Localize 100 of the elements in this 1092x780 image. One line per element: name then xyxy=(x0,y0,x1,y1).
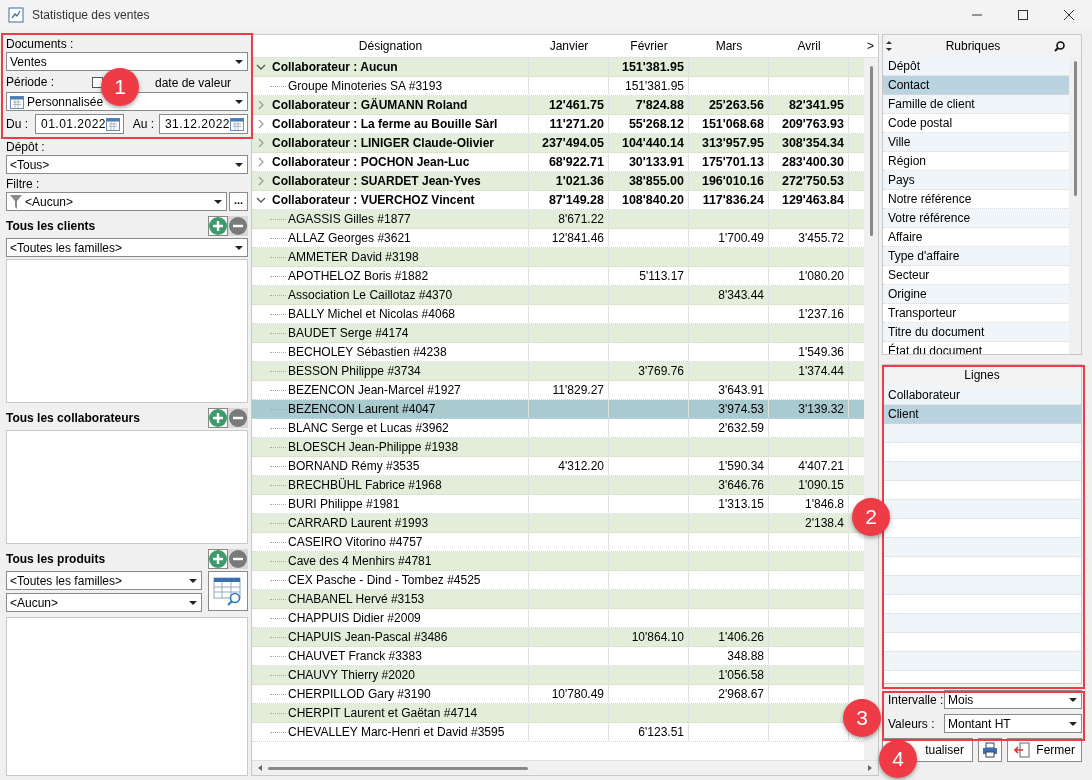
row-label: CHAPPUIS Didier #2009 xyxy=(288,611,421,625)
window-title: Statistique des ventes xyxy=(32,8,151,22)
table-cell: 1'590.34 xyxy=(689,457,769,475)
row-label: Association Le Caillotaz #4370 xyxy=(288,288,453,302)
table-cell: 11'271.20 xyxy=(529,115,609,133)
table-cell: 272'750.53 xyxy=(769,172,849,190)
row-label: Collaborateur : POCHON Jean-Luc xyxy=(272,155,470,169)
field-label: Intervalle : xyxy=(888,692,944,707)
table-cell: 10'780.49 xyxy=(529,685,609,703)
row-label: CHERPILLOD Gary #3190 xyxy=(288,687,431,701)
row-label: Collaborateur : Aucun xyxy=(272,60,398,74)
row-label: Collaborateur : SUARDET Jean-Yves xyxy=(272,174,481,188)
table-cell: 108'840.20 xyxy=(609,191,689,209)
table-cell: 151'381.95 xyxy=(609,77,689,95)
row-label: Collaborateur : LINIGER Claude-Olivier xyxy=(272,136,495,150)
table-cell: 196'010.16 xyxy=(689,172,769,190)
field-label: Documents : xyxy=(6,37,75,52)
table-cell: 82'341.95 xyxy=(769,96,849,114)
section-title: Tous les produits xyxy=(6,552,107,566)
table-cell: 151'068.68 xyxy=(689,115,769,133)
row-label: BECHOLEY Sébastien #4238 xyxy=(288,345,447,359)
table-cell: 1'406.26 xyxy=(689,628,769,646)
table-cell: 3'139.32 xyxy=(769,400,849,418)
row-label: CARRARD Laurent #1993 xyxy=(288,516,429,530)
table-cell: 12'461.75 xyxy=(529,96,609,114)
table-cell: 1'056.58 xyxy=(689,666,769,684)
row-label: ALLAZ Georges #3621 xyxy=(288,231,411,245)
table-cell: 25'263.56 xyxy=(689,96,769,114)
table-cell: 237'494.05 xyxy=(529,134,609,152)
table-cell: 3'646.76 xyxy=(689,476,769,494)
table-cell: 4'407.21 xyxy=(769,457,849,475)
row-label: CEX Pasche - Dind - Tombez #4525 xyxy=(288,573,481,587)
row-label: Cave des 4 Menhirs #4781 xyxy=(288,554,432,568)
table-cell: 1'374.44 xyxy=(769,362,849,380)
table-cell: 55'268.12 xyxy=(609,115,689,133)
table-cell: 3'455.72 xyxy=(769,229,849,247)
panel-title: Rubriques xyxy=(944,39,1002,53)
table-cell: 30'133.91 xyxy=(609,153,689,171)
row-label: BEZENCON Jean-Marcel #1927 xyxy=(288,383,461,397)
row-label: BLANC Serge et Lucas #3962 xyxy=(288,421,449,435)
table-cell: 87'149.28 xyxy=(529,191,609,209)
table-cell: 1'021.36 xyxy=(529,172,609,190)
checkbox-label: date de valeur xyxy=(155,75,232,90)
row-label: BRECHBÜHL Fabrice #1968 xyxy=(288,478,442,492)
row-label: AMMETER David #3198 xyxy=(288,250,419,264)
table-cell: 12'841.46 xyxy=(529,229,609,247)
field-label: Du : xyxy=(6,116,29,131)
table-cell: 1'846.8 xyxy=(769,495,849,513)
table-cell: 151'381.95 xyxy=(609,58,689,76)
row-label: CASEIRO Vitorino #4757 xyxy=(288,535,423,549)
row-label: BURI Philippe #1981 xyxy=(288,497,400,511)
panel-title: Lignes xyxy=(883,365,1081,386)
field-label: Période : xyxy=(6,75,56,90)
table-cell: 68'922.71 xyxy=(529,153,609,171)
row-label: Collaborateur : VUERCHOZ Vincent xyxy=(272,193,475,207)
table-cell: 2'632.59 xyxy=(689,419,769,437)
table-cell: 2'968.67 xyxy=(689,685,769,703)
table-cell: 348.88 xyxy=(689,647,769,665)
table-cell: 38'855.00 xyxy=(609,172,689,190)
row-label: CHABANEL Hervé #3153 xyxy=(288,592,425,606)
table-cell: 3'974.53 xyxy=(689,400,769,418)
row-label: BESSON Philippe #3734 xyxy=(288,364,421,378)
row-label: Collaborateur : GÄUMANN Roland xyxy=(272,98,468,112)
field-label: Au : xyxy=(131,116,156,131)
section-title: Tous les collaborateurs xyxy=(6,411,141,425)
row-label: CHAUVET Franck #3383 xyxy=(288,649,422,663)
table-cell: 1'313.15 xyxy=(689,495,769,513)
row-label: CHAPUIS Jean-Pascal #3486 xyxy=(288,630,448,644)
table-cell: 11'829.27 xyxy=(529,381,609,399)
callout-tooltip: 4 xyxy=(879,740,917,778)
table-cell: 10'864.10 xyxy=(609,628,689,646)
row-label: BAUDET Serge #4174 xyxy=(288,326,409,340)
row-label: BALLY Michel et Nicolas #4068 xyxy=(288,307,455,321)
table-cell: 3'643.91 xyxy=(689,381,769,399)
table-cell: 313'957.95 xyxy=(689,134,769,152)
table-cell: 1'090.15 xyxy=(769,476,849,494)
table-cell: 7'824.88 xyxy=(609,96,689,114)
table-cell: 1'549.36 xyxy=(769,343,849,361)
table-cell: 4'312.20 xyxy=(529,457,609,475)
table-cell: 5'113.17 xyxy=(609,267,689,285)
row-label: BORNAND Rémy #3535 xyxy=(288,459,420,473)
table-cell: 2'138.4 xyxy=(769,514,849,532)
table-cell: 129'463.84 xyxy=(769,191,849,209)
field-label: Filtre : xyxy=(6,177,41,192)
row-label: CHEVALLEY Marc-Henri et David #3595 xyxy=(288,725,505,739)
section-title: Tous les clients xyxy=(6,219,97,233)
field-label: Valeurs : xyxy=(888,716,936,731)
table-cell: 3'769.76 xyxy=(609,362,689,380)
table-cell: 8'343.44 xyxy=(689,286,769,304)
table-cell: 104'440.14 xyxy=(609,134,689,152)
row-label: BLOESCH Jean-Philippe #1938 xyxy=(288,440,459,454)
table-cell: 6'123.51 xyxy=(609,723,689,741)
table-cell: 1'700.49 xyxy=(689,229,769,247)
table-cell: 283'400.30 xyxy=(769,153,849,171)
row-label: Collaborateur : La ferme au Bouille Sàrl xyxy=(272,117,498,131)
row-label: Groupe Minoteries SA #3193 xyxy=(288,79,443,93)
table-cell: 175'701.13 xyxy=(689,153,769,171)
row-label: AGASSIS Gilles #1877 xyxy=(288,212,411,226)
table-cell: 1'080.20 xyxy=(769,267,849,285)
table-cell: 117'836.24 xyxy=(689,191,769,209)
